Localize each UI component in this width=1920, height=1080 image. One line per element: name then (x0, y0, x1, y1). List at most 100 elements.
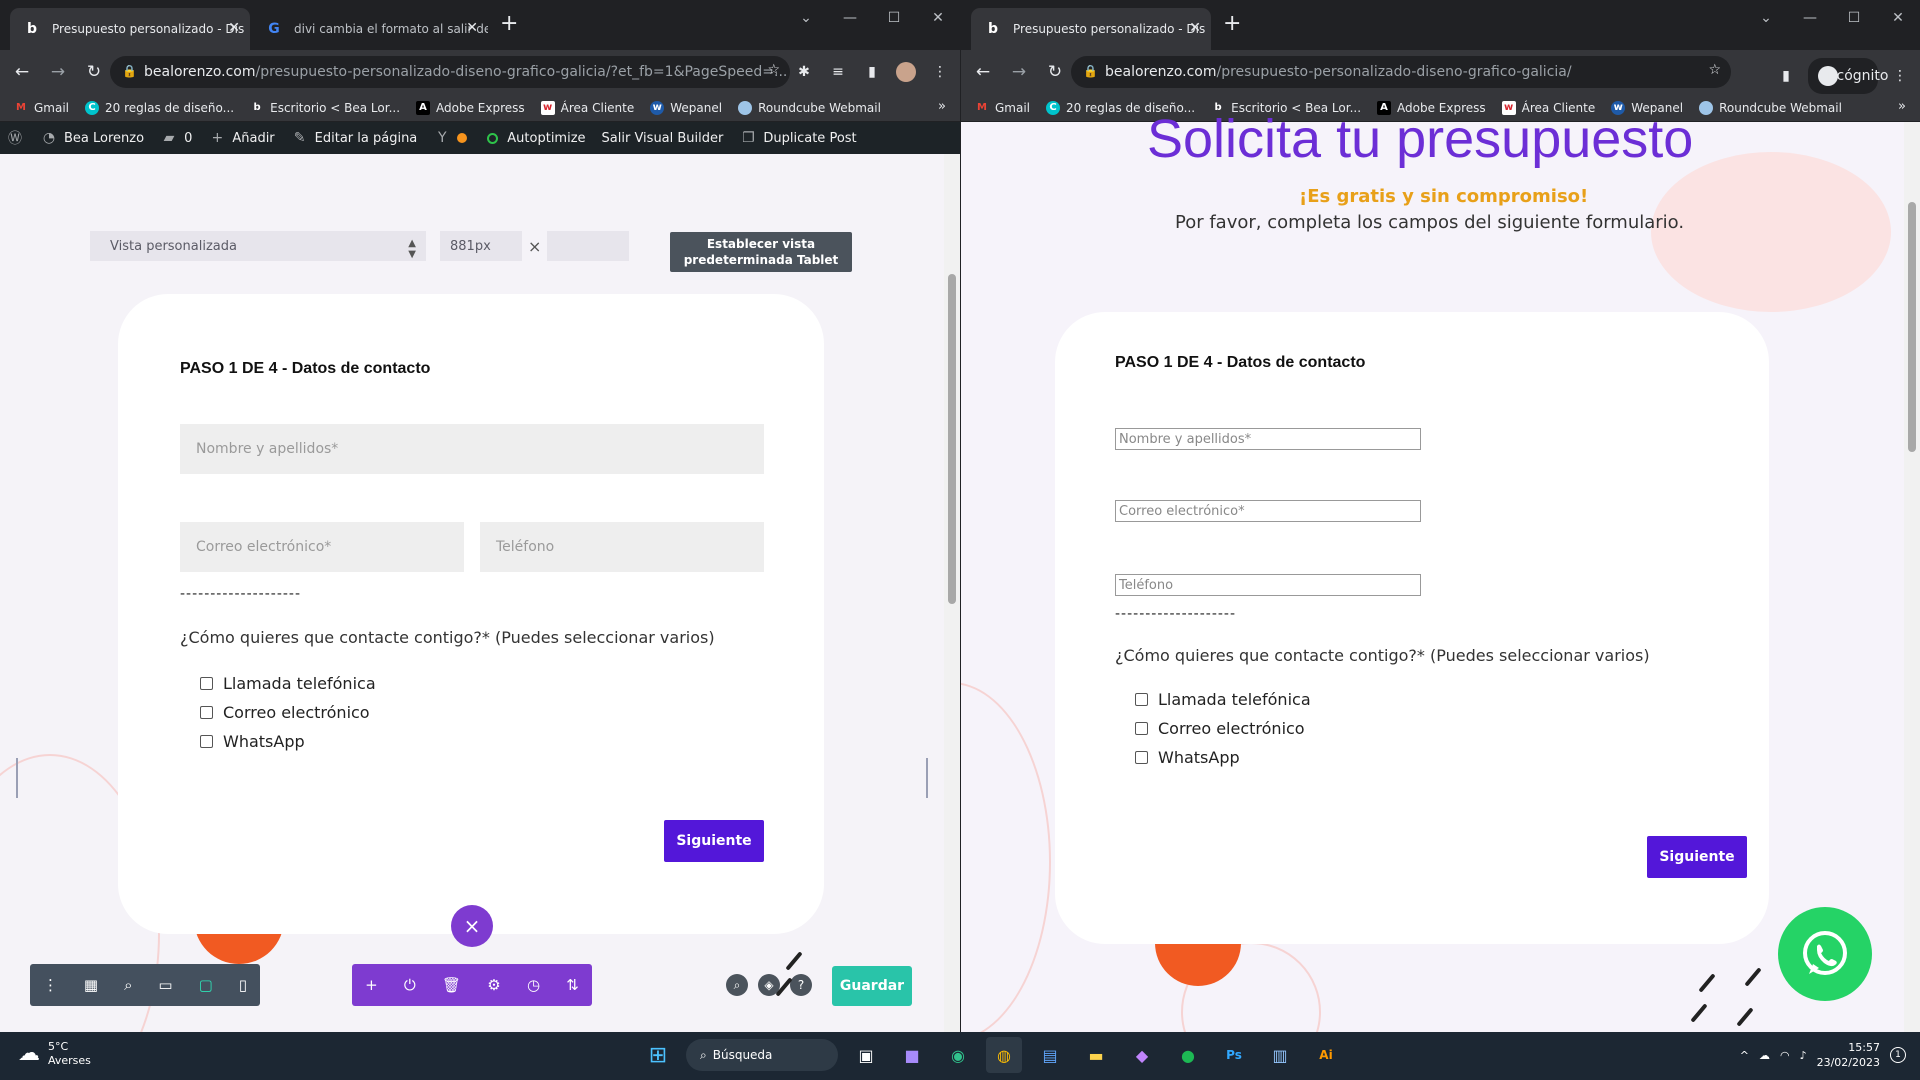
volume-icon[interactable]: ♪ (1800, 1049, 1807, 1062)
desktop-view-icon[interactable]: ▭ (158, 976, 172, 994)
back-icon[interactable]: ← (969, 58, 997, 86)
bookmark-star-icon[interactable]: ☆ (767, 62, 780, 78)
help-icon[interactable]: ? (790, 974, 812, 996)
checkbox[interactable] (200, 735, 213, 748)
forward-icon[interactable]: → (1005, 58, 1033, 86)
reload-icon[interactable]: ↻ (80, 58, 108, 86)
notification-badge[interactable]: 1 (1890, 1047, 1906, 1063)
checkbox[interactable] (1135, 751, 1148, 764)
more-icon[interactable]: ⋮ (43, 976, 58, 994)
checkbox-whatsapp[interactable]: WhatsApp (1135, 748, 1240, 767)
height-input[interactable] (547, 231, 630, 261)
whatsapp-float-button[interactable] (1778, 907, 1872, 1001)
close-tab-icon[interactable]: ✕ (466, 20, 478, 36)
save-button[interactable]: Guardar (832, 966, 912, 1006)
checkbox[interactable] (200, 706, 213, 719)
sidepanel-icon[interactable]: ▮ (860, 58, 884, 86)
wp-logo[interactable]: Ⓦ (6, 129, 24, 147)
right-resize-handle[interactable] (926, 758, 928, 798)
new-tab-icon[interactable]: + (1223, 13, 1241, 35)
bookmark-gmail[interactable]: M Gmail (975, 101, 1030, 115)
email-field[interactable]: Correo electrónico* (180, 522, 464, 572)
file-explorer-icon[interactable]: ▬ (1078, 1037, 1114, 1073)
tab-search-icon[interactable]: ⌄ (1744, 4, 1788, 32)
new-tab-icon[interactable]: + (500, 13, 518, 35)
menu-icon[interactable]: ⋮ (1888, 62, 1912, 90)
onedrive-icon[interactable]: ☁ (1759, 1049, 1770, 1062)
taskbar-search[interactable]: ⌕ Búsqueda (686, 1039, 838, 1071)
store-icon[interactable]: ▤ (1032, 1037, 1068, 1073)
vertical-scrollbar[interactable] (1904, 122, 1920, 1032)
search-circle-icon[interactable]: ⌕ (726, 974, 748, 996)
more-bookmarks-icon[interactable]: » (1898, 99, 1906, 114)
close-window-icon[interactable]: ✕ (1876, 4, 1920, 32)
email-field[interactable]: Correo electrónico* (1115, 500, 1421, 522)
name-field[interactable]: Nombre y apellidos* (1115, 428, 1421, 450)
reload-icon[interactable]: ↻ (1041, 58, 1069, 86)
checkbox[interactable] (1135, 722, 1148, 735)
name-field[interactable]: Nombre y apellidos* (180, 424, 764, 474)
checkbox-phone-call[interactable]: Llamada telefónica (1135, 690, 1311, 709)
close-window-icon[interactable]: ✕ (916, 4, 960, 32)
incognito-badge[interactable]: Incógnito (1808, 58, 1888, 94)
wp-duplicate-link[interactable]: ❐ Duplicate Post (739, 129, 857, 147)
bookmark-wepanel[interactable]: w Wepanel (650, 100, 722, 115)
profile-avatar-icon[interactable] (894, 58, 918, 86)
wp-exit-builder-link[interactable]: Salir Visual Builder (602, 131, 724, 146)
sort-icon[interactable]: ⇅ (566, 976, 579, 994)
bookmark-gmail[interactable]: M Gmail (14, 101, 69, 115)
wp-autoptimize-link[interactable]: Autoptimize (483, 129, 586, 147)
minimize-icon[interactable]: — (1788, 4, 1832, 32)
task-view-icon[interactable]: ▣ (848, 1037, 884, 1073)
messenger-icon[interactable]: ◆ (1124, 1037, 1160, 1073)
windows-start-icon[interactable]: ⊞ (640, 1037, 676, 1073)
wp-add-link[interactable]: + Añadir (208, 129, 274, 147)
scrollbar-thumb[interactable] (1908, 202, 1916, 452)
wp-site-link[interactable]: ◔ Bea Lorenzo (40, 129, 144, 147)
back-icon[interactable]: ← (8, 58, 36, 86)
address-bar[interactable]: 🔒 bealorenzo.com/presupuesto-personaliza… (1071, 56, 1731, 88)
chrome-icon[interactable]: ◍ (986, 1037, 1022, 1073)
bookmark-escritorio[interactable]: b Escritorio < Bea Lor... (250, 101, 401, 115)
spotify-icon[interactable]: ● (1170, 1037, 1206, 1073)
wp-comments-link[interactable]: ▰ 0 (160, 129, 193, 147)
set-default-tablet-button[interactable]: Establecer vista predeterminada Tablet (670, 232, 852, 272)
close-tab-icon[interactable]: ✕ (228, 20, 240, 36)
wp-edit-link[interactable]: ✎ Editar la página (291, 129, 418, 147)
phone-field[interactable]: Teléfono (480, 522, 764, 572)
checkbox[interactable] (1135, 693, 1148, 706)
tab-presupuesto[interactable]: b Presupuesto personalizado - Dis ✕ (971, 8, 1211, 50)
media-icon[interactable]: ≡ (826, 58, 850, 86)
vertical-scrollbar[interactable] (944, 154, 960, 1032)
zoom-icon[interactable]: ⌕ (124, 976, 132, 994)
tab-search-icon[interactable]: ⌄ (784, 4, 828, 32)
sidepanel-icon[interactable]: ▮ (1774, 62, 1798, 90)
minimize-icon[interactable]: — (828, 4, 872, 32)
gear-icon[interactable]: ⚙ (487, 976, 500, 994)
maximize-icon[interactable]: ☐ (872, 4, 916, 32)
photoshop-icon[interactable]: Ps (1216, 1037, 1252, 1073)
bookmark-roundcube[interactable]: Roundcube Webmail (738, 100, 881, 115)
next-button[interactable]: Siguiente (1647, 836, 1747, 878)
forward-icon[interactable]: → (44, 58, 72, 86)
history-icon[interactable]: ◷ (527, 976, 540, 994)
tab-divi[interactable]: G divi cambia el formato al salir del ✕ (252, 8, 488, 50)
extensions-icon[interactable]: ✱ (792, 58, 816, 86)
close-tab-icon[interactable]: ✕ (1189, 20, 1201, 36)
wp-yoast-link[interactable]: Y (433, 129, 468, 147)
menu-icon[interactable]: ⋮ (928, 58, 952, 86)
bookmark-star-icon[interactable]: ☆ (1708, 62, 1721, 78)
clock[interactable]: 15:57 23/02/2023 (1817, 1040, 1880, 1070)
left-resize-handle[interactable] (16, 758, 18, 798)
checkbox-email[interactable]: Correo electrónico (1135, 719, 1305, 738)
teams-icon[interactable]: ■ (894, 1037, 930, 1073)
wifi-icon[interactable]: ◠ (1780, 1049, 1790, 1062)
bookmark-reglas[interactable]: C 20 reglas de diseño... (85, 100, 234, 115)
power-icon[interactable]: ⏻ (404, 976, 416, 994)
next-button[interactable]: Siguiente (664, 820, 764, 862)
layout-icon[interactable]: ▦ (84, 976, 98, 994)
checkbox-email[interactable]: Correo electrónico (200, 703, 370, 722)
maximize-icon[interactable]: ☐ (1832, 4, 1876, 32)
add-icon[interactable]: + (365, 976, 378, 994)
tab-presupuesto[interactable]: b Presupuesto personalizado - Dis ✕ (10, 8, 250, 50)
